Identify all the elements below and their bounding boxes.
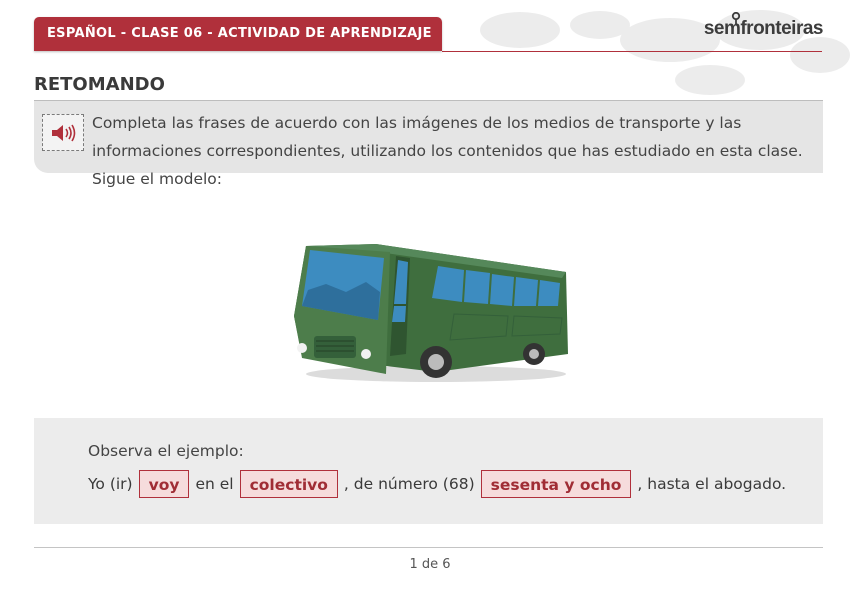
semfronteiras-logo: semfronteiras: [703, 12, 824, 46]
footer-divider: [34, 547, 823, 548]
activity-title: ESPAÑOL - CLASE 06 - ACTIVIDAD DE APREND…: [47, 26, 432, 41]
instruction-panel: Completa las frases de acuerdo con las i…: [34, 101, 823, 188]
instruction-text: Completa las frases de acuerdo con las i…: [92, 114, 803, 188]
answer-box: voy: [138, 470, 190, 498]
example-text-part: , de número (68): [343, 475, 475, 493]
example-text-part: Yo (ir): [88, 475, 133, 493]
answer-box: sesenta y ocho: [480, 470, 632, 498]
example-text-part: , hasta el abogado.: [637, 475, 787, 493]
example-label: Observa el ejemplo:: [88, 442, 244, 460]
bus-illustration: [294, 244, 568, 382]
example-text-part: en el: [195, 475, 234, 493]
speaker-icon: [52, 124, 76, 141]
example-panel: Observa el ejemplo: Yo (ir) voy en el co…: [34, 418, 823, 524]
section-title: RETOMANDO: [34, 74, 165, 95]
header-divider: [442, 51, 822, 52]
example-sentence: Yo (ir) voy en el colectivo , de número …: [88, 470, 813, 498]
audio-play-button[interactable]: [42, 114, 84, 151]
page-number: 1 de 6: [409, 557, 451, 572]
logo-text: semfronteiras: [703, 18, 824, 39]
location-pin-icon: [731, 12, 740, 24]
answer-box: colectivo: [239, 470, 338, 498]
activity-title-tab: ESPAÑOL - CLASE 06 - ACTIVIDAD DE APREND…: [34, 17, 442, 51]
